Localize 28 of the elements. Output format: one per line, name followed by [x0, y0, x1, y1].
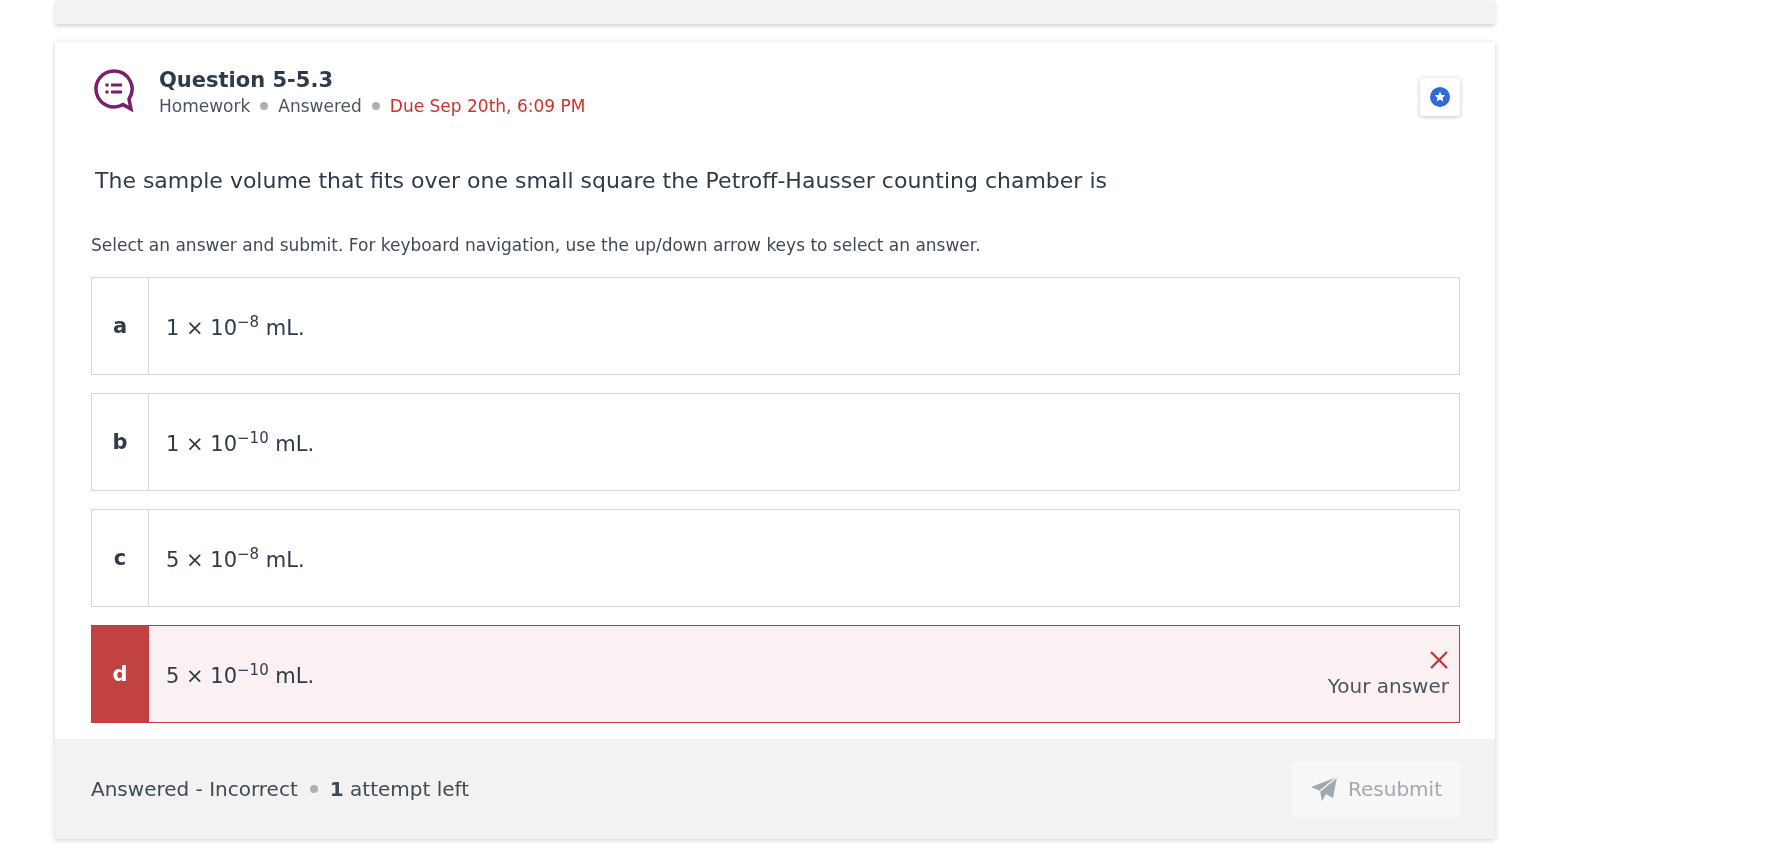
option-letter: a [92, 278, 149, 374]
separator-dot [260, 102, 269, 110]
star-button[interactable] [1420, 78, 1460, 116]
due-date: Due Sep 20th, 6:09 PM [389, 96, 586, 116]
separator-dot [371, 102, 380, 110]
meta-label: Answered [278, 96, 362, 116]
option-text: 1 × 10$^{−10}$ mL. [165, 428, 316, 456]
answer-option[interactable]: a 1 × 10$^{−8}$ mL. [91, 277, 1460, 375]
answer-option[interactable]: c 5 × 10$^{−8}$ mL. [91, 509, 1460, 607]
option-text: 1 × 10$^{−8}$ mL. [165, 312, 306, 340]
option-letter: d [92, 626, 149, 722]
separator-dot [309, 785, 318, 793]
option-letter: b [92, 394, 149, 490]
option-letter: c [92, 510, 149, 606]
status-text: Answered - Incorrect [91, 777, 298, 801]
question-text: The sample volume that fits over one small square the Petroff-Hausser counting chamber is [95, 168, 1108, 193]
attempts-text: 1 attempt left [329, 777, 471, 801]
answer-option[interactable]: b 1 × 10$^{−10}$ mL. [91, 393, 1460, 491]
answer-option[interactable]: d 5 × 10$^{−10}$ mL. Your answer [91, 625, 1460, 723]
send-icon [1310, 776, 1338, 802]
close-icon [1429, 650, 1449, 670]
question-title: Question 5-5.3 [159, 68, 334, 92]
option-text: 5 × 10$^{−8}$ mL. [165, 544, 306, 572]
speech-bubble-icon [93, 68, 135, 112]
instructions-text: Select an answer and submit. For keyboard navigation, use the up/down arrow keys to select an answer. [91, 235, 982, 255]
meta-label: Homework [159, 96, 251, 116]
option-text: 5 × 10$^{−10}$ mL. [165, 660, 316, 688]
feedback-text: Your answer [1327, 674, 1449, 698]
